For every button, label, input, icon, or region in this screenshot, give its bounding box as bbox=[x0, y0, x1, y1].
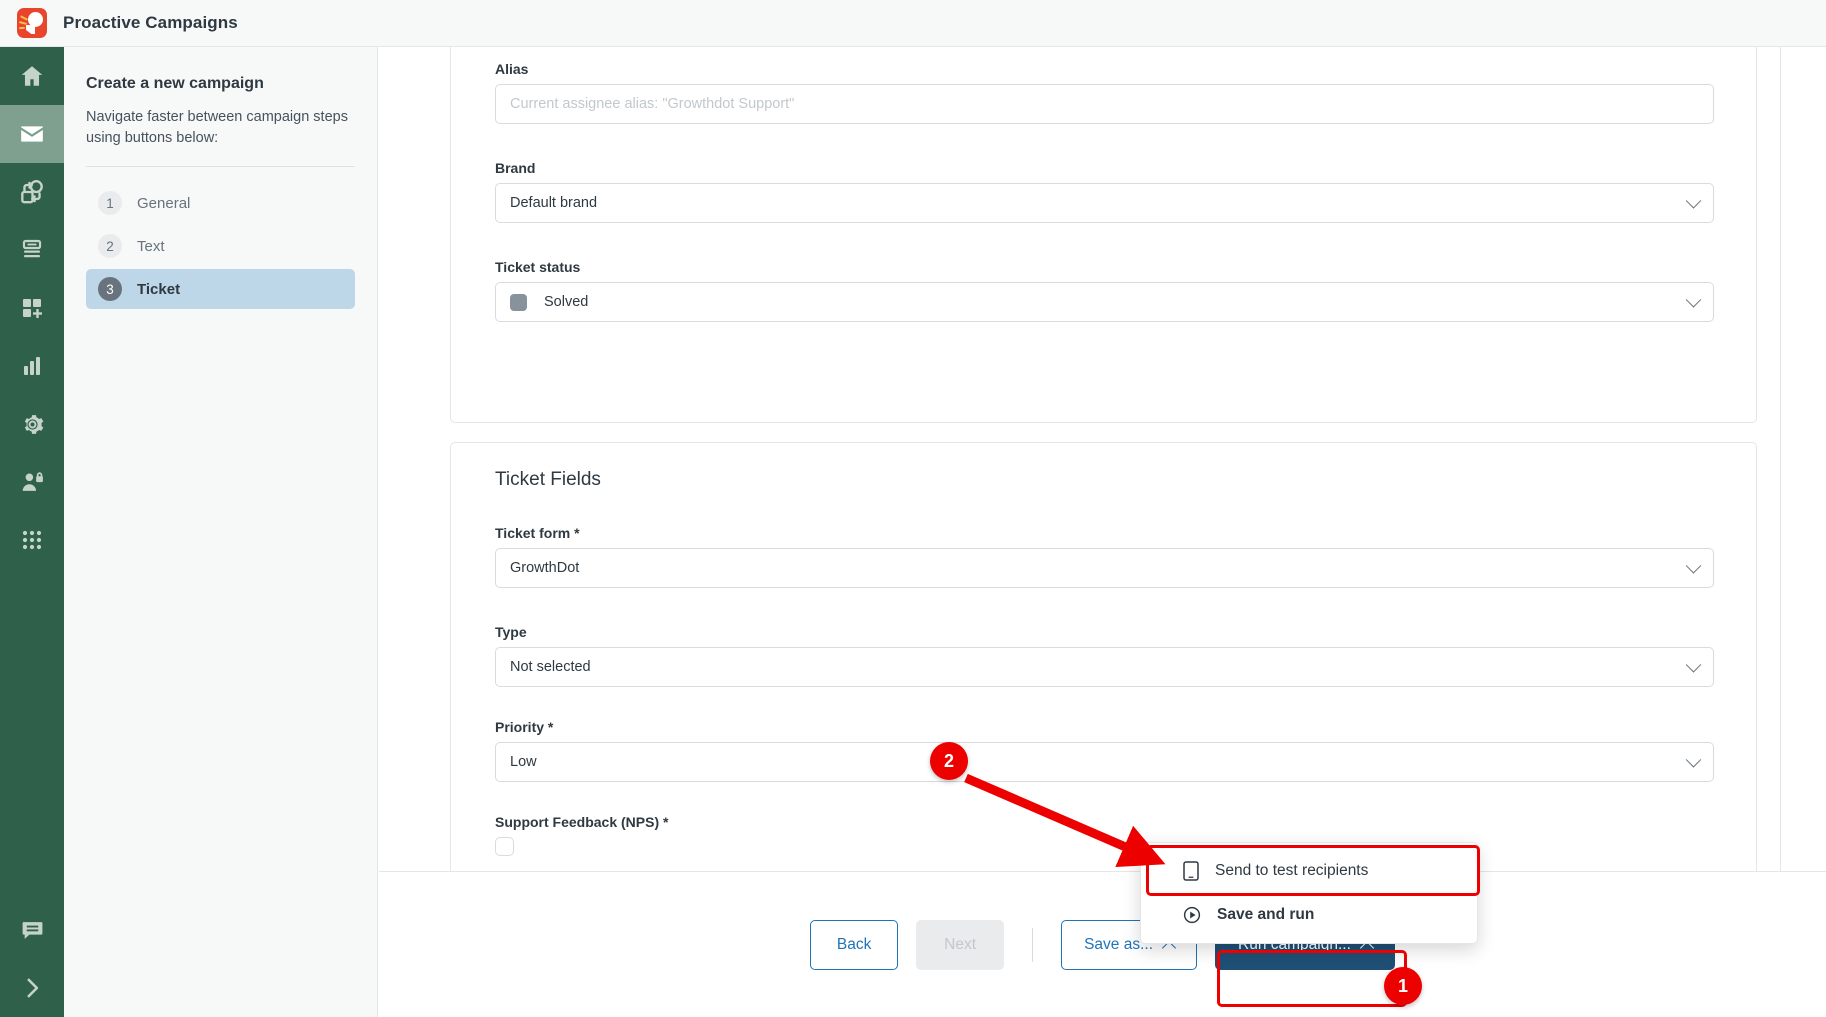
step-number: 3 bbox=[98, 277, 122, 302]
type-value: Not selected bbox=[510, 659, 591, 675]
rail-item-permissions[interactable] bbox=[0, 453, 64, 511]
brand-field-group: Brand Default brand bbox=[495, 160, 1714, 223]
next-button: Next bbox=[916, 919, 1005, 970]
ticket-form-field-group: Ticket form * GrowthDot bbox=[495, 525, 1714, 588]
app-header: Proactive Campaigns bbox=[0, 0, 1826, 47]
nps-label: Support Feedback (NPS) * bbox=[495, 814, 669, 830]
type-label: Type bbox=[495, 624, 527, 640]
rail-item-chat[interactable] bbox=[0, 901, 64, 959]
rail-item-apps[interactable] bbox=[0, 511, 64, 569]
panel-divider bbox=[86, 166, 355, 168]
mobile-device-icon bbox=[1183, 861, 1199, 881]
alias-input[interactable]: Current assignee alias: "Growthdot Suppo… bbox=[495, 84, 1714, 124]
assignee-settings-card: Alias Current assignee alias: "Growthdot… bbox=[450, 47, 1757, 423]
menu-item-label: Save and run bbox=[1217, 906, 1315, 923]
menu-item-save-and-run[interactable]: Save and run bbox=[1141, 893, 1477, 937]
alias-field-group: Alias Current assignee alias: "Growthdot… bbox=[495, 61, 1714, 124]
add-module-icon bbox=[23, 299, 42, 318]
app-title: Proactive Campaigns bbox=[63, 13, 238, 32]
sidebar-item-general[interactable]: 1 General bbox=[86, 183, 355, 223]
campaign-steps-panel: Create a new campaign Navigate faster be… bbox=[64, 47, 378, 1017]
priority-field-group: Priority * Low bbox=[495, 719, 1714, 782]
ticket-fields-card: Ticket Fields Ticket form * GrowthDot Ty… bbox=[450, 442, 1757, 871]
proactive-campaigns-logo-icon bbox=[17, 8, 47, 38]
chat-bubble-icon bbox=[22, 921, 42, 939]
database-icon bbox=[22, 239, 42, 258]
panel-subtitle: Navigate faster between campaign steps u… bbox=[86, 109, 348, 147]
nps-checkbox[interactable] bbox=[495, 837, 514, 856]
chevron-down-icon bbox=[1685, 752, 1702, 768]
alias-placeholder: Current assignee alias: "Growthdot Suppo… bbox=[510, 96, 795, 112]
chevron-down-icon bbox=[1685, 558, 1702, 574]
user-lock-icon bbox=[22, 471, 43, 491]
brand-select[interactable]: Default brand bbox=[495, 183, 1714, 223]
priority-value: Low bbox=[510, 754, 537, 770]
priority-label: Priority * bbox=[495, 719, 554, 735]
home-icon bbox=[21, 66, 43, 86]
step-number: 1 bbox=[98, 191, 122, 216]
step-label: Ticket bbox=[137, 280, 181, 298]
ticket-form-select[interactable]: GrowthDot bbox=[495, 548, 1714, 588]
global-nav-rail bbox=[0, 47, 64, 1017]
content-right-divider bbox=[1780, 47, 1781, 871]
panel-title: Create a new campaign bbox=[86, 75, 264, 92]
brand-label: Brand bbox=[495, 160, 536, 176]
chevron-right-icon bbox=[27, 978, 39, 998]
chevron-down-icon bbox=[1685, 657, 1702, 673]
rail-expand-button[interactable] bbox=[0, 959, 64, 1017]
type-select[interactable]: Not selected bbox=[495, 647, 1714, 687]
ticket-fields-title: Ticket Fields bbox=[495, 469, 601, 490]
automation-loop-icon bbox=[21, 180, 43, 204]
menu-item-send-to-test-recipients[interactable]: Send to test recipients bbox=[1141, 849, 1477, 893]
apps-grid-icon bbox=[22, 530, 42, 550]
annotation-badge-1: 1 bbox=[1384, 967, 1422, 1005]
menu-item-label: Send to test recipients bbox=[1215, 862, 1369, 879]
run-campaign-menu: Send to test recipients Save and run bbox=[1140, 842, 1478, 944]
mail-icon bbox=[21, 126, 43, 142]
ticket-form-value: GrowthDot bbox=[510, 560, 580, 576]
ticket-status-label: Ticket status bbox=[495, 259, 581, 275]
form-scroll-area[interactable]: Alias Current assignee alias: "Growthdot… bbox=[379, 47, 1826, 871]
footer-separator bbox=[1032, 927, 1034, 962]
play-circle-icon bbox=[1183, 906, 1201, 924]
rail-item-add-module[interactable] bbox=[0, 279, 64, 337]
ticket-status-field-group: Ticket status Solved bbox=[495, 259, 1714, 322]
sidebar-item-ticket[interactable]: 3 Ticket bbox=[86, 269, 355, 310]
rail-item-settings[interactable] bbox=[0, 395, 64, 453]
rail-item-data[interactable] bbox=[0, 221, 64, 279]
type-field-group: Type Not selected bbox=[495, 624, 1714, 687]
rail-bottom-group bbox=[0, 901, 64, 1017]
annotation-badge-2: 2 bbox=[930, 742, 968, 780]
rail-item-campaigns[interactable] bbox=[0, 105, 64, 163]
ticket-form-label: Ticket form * bbox=[495, 525, 580, 541]
ticket-status-select[interactable]: Solved bbox=[495, 282, 1714, 322]
wizard-footer: Back Next Save as... Run campaign... bbox=[379, 871, 1826, 1017]
brand-value: Default brand bbox=[510, 195, 598, 211]
status-swatch-icon bbox=[510, 293, 527, 311]
chevron-down-icon bbox=[1685, 292, 1702, 308]
sidebar-item-text[interactable]: 2 Text bbox=[86, 226, 355, 266]
rail-item-home[interactable] bbox=[0, 47, 64, 105]
chevron-down-icon bbox=[1685, 193, 1702, 209]
priority-select[interactable]: Low bbox=[495, 742, 1714, 782]
step-label: General bbox=[137, 194, 191, 212]
rail-item-reporting[interactable] bbox=[0, 337, 64, 395]
ticket-status-value: Solved bbox=[544, 294, 589, 310]
gear-icon bbox=[24, 414, 43, 434]
nps-field-group: Support Feedback (NPS) * bbox=[495, 814, 1714, 856]
main-content: Alias Current assignee alias: "Growthdot… bbox=[379, 47, 1826, 1017]
alias-label: Alias bbox=[495, 61, 529, 77]
rail-item-automation[interactable] bbox=[0, 163, 64, 221]
back-button[interactable]: Back bbox=[810, 919, 899, 970]
step-number: 2 bbox=[98, 234, 122, 259]
step-label: Text bbox=[137, 237, 165, 255]
bar-chart-icon bbox=[24, 357, 40, 375]
